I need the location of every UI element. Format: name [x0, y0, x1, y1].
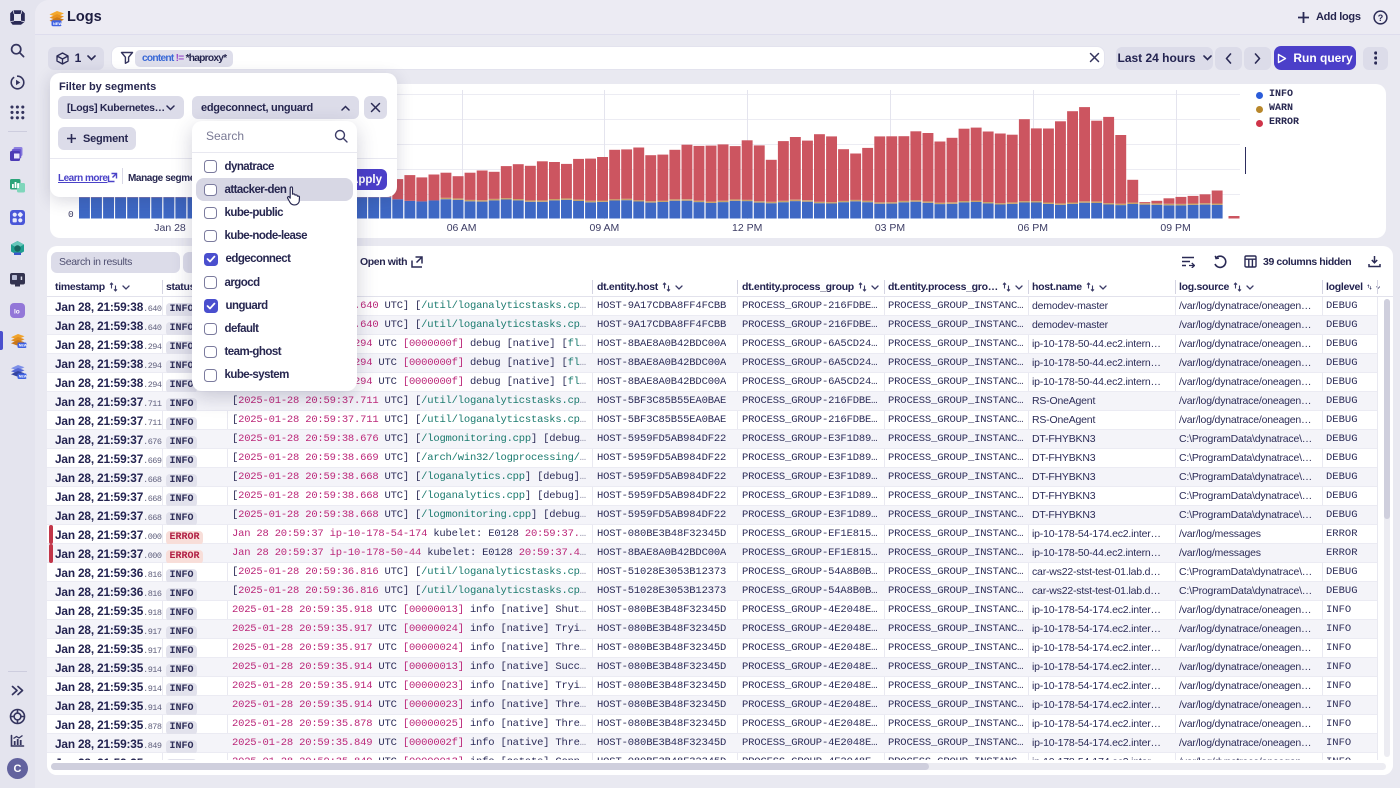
svg-text:lo: lo	[14, 309, 20, 316]
svg-text:NEW: NEW	[19, 344, 27, 348]
svg-text:NEW: NEW	[19, 375, 27, 379]
svg-text:NEW: NEW	[53, 21, 62, 26]
svg-text:?: ?	[1378, 13, 1384, 23]
